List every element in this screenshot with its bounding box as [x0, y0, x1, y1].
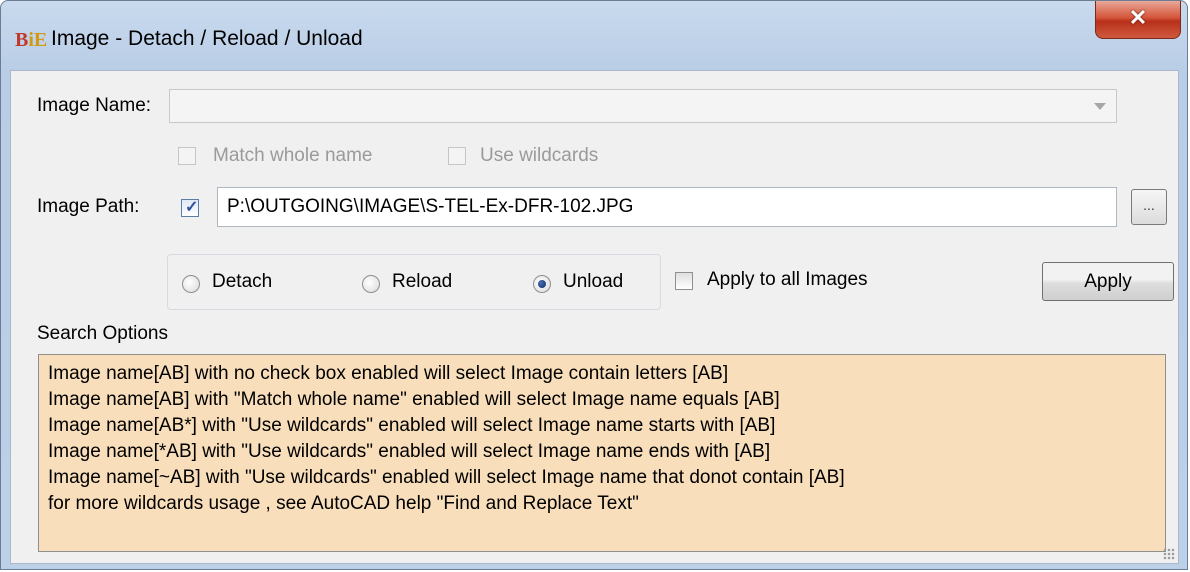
image-path-label: Image Path:	[37, 196, 140, 217]
image-path-input[interactable]: P:\OUTGOING\IMAGE\S-TEL-Ex-DFR-102.JPG	[217, 187, 1117, 227]
dialog-body: Image Name: Match whole name Use wildcar…	[10, 70, 1179, 564]
radio-unload-label[interactable]: Unload	[563, 271, 623, 293]
search-option-line: Image name[~AB] with "Use wildcards" ena…	[48, 467, 845, 488]
search-option-line: Image name[AB*] with "Use wildcards" ena…	[48, 415, 776, 436]
radio-unload[interactable]	[533, 275, 551, 293]
apply-button[interactable]: Apply	[1042, 262, 1174, 301]
search-option-line: Image name[*AB] with "Use wildcards" ena…	[48, 441, 771, 462]
app-icon: BiE	[15, 29, 48, 51]
apply-to-all-checkbox[interactable]	[675, 272, 693, 290]
radio-detach-label[interactable]: Detach	[212, 271, 272, 293]
radio-reload-label[interactable]: Reload	[392, 271, 452, 293]
close-icon: ✕	[1128, 5, 1148, 30]
browse-button[interactable]: ...	[1131, 189, 1167, 225]
image-path-checkbox[interactable]: ✓	[181, 199, 199, 217]
action-radio-group: Detach Reload Unload	[167, 254, 661, 310]
close-button[interactable]: ✕	[1095, 1, 1181, 39]
search-option-line: Image name[AB] with "Match whole name" e…	[48, 389, 780, 410]
search-options-heading: Search Options	[37, 323, 168, 344]
radio-selected-dot	[538, 280, 546, 288]
use-wildcards-checkbox[interactable]	[448, 147, 466, 165]
image-name-label: Image Name:	[37, 95, 152, 116]
search-options-panel: Image name[AB] with no check box enabled…	[38, 354, 1166, 552]
window-title: Image - Detach / Reload / Unload	[51, 27, 363, 50]
radio-detach[interactable]	[182, 275, 200, 293]
resize-grip[interactable]	[1163, 548, 1175, 560]
use-wildcards-label: Use wildcards	[480, 145, 599, 166]
match-whole-name-label: Match whole name	[213, 145, 373, 166]
search-option-line: for more wildcards usage , see AutoCAD h…	[48, 493, 639, 514]
image-name-combobox[interactable]	[169, 89, 1117, 123]
dialog-window: BiE Image - Detach / Reload / Unload ✕ I…	[0, 0, 1188, 570]
title-bar[interactable]: BiE Image - Detach / Reload / Unload ✕	[1, 1, 1187, 69]
match-whole-name-checkbox[interactable]	[178, 147, 196, 165]
chevron-down-icon[interactable]	[1094, 103, 1106, 110]
search-option-line: Image name[AB] with no check box enabled…	[48, 363, 729, 384]
checkmark-icon: ✓	[185, 199, 199, 216]
apply-to-all-label[interactable]: Apply to all Images	[707, 269, 868, 291]
radio-reload[interactable]	[362, 275, 380, 293]
